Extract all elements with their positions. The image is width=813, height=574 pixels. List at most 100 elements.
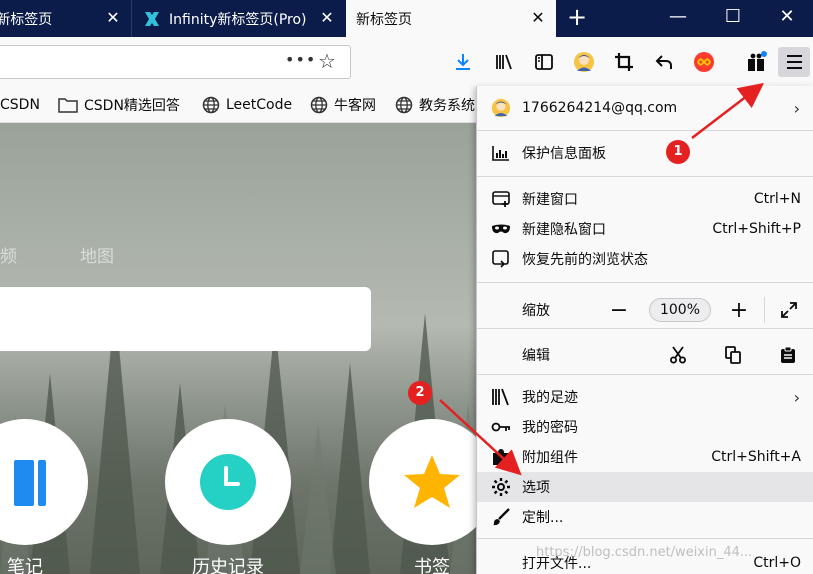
account-email: 1766264214@qq.com xyxy=(522,100,678,116)
library-icon xyxy=(491,387,511,407)
close-icon[interactable]: ✕ xyxy=(105,10,121,26)
menu-label: 新建隐私窗口 xyxy=(522,222,606,238)
menu-label: 恢复先前的浏览状态 xyxy=(522,252,648,268)
menu-item-options[interactable]: 选项 xyxy=(477,472,813,502)
bookmark-label: 教务系统 xyxy=(419,98,475,114)
restore-session-icon xyxy=(491,249,511,269)
annotation-badge-1: 1 xyxy=(666,140,690,164)
puzzle-piece-icon xyxy=(491,447,511,467)
private-mask-icon xyxy=(491,219,511,239)
nav-link-video[interactable]: 频 xyxy=(0,242,17,267)
bookmark-label: CSDN xyxy=(0,97,40,113)
gear-icon xyxy=(491,477,511,497)
cut-button[interactable] xyxy=(667,344,689,366)
maximize-button[interactable]: ☐ xyxy=(706,0,760,37)
menu-label: 我的足迹 xyxy=(522,390,578,406)
undo-icon[interactable] xyxy=(653,51,675,73)
star-icon xyxy=(404,455,460,508)
paste-button[interactable] xyxy=(777,344,799,366)
clock-icon xyxy=(200,454,256,510)
fullscreen-button[interactable] xyxy=(774,295,804,325)
tab-previous[interactable]: y新标签页 ✕ xyxy=(0,0,132,37)
menu-item-edit: 编辑 xyxy=(477,336,813,374)
chevron-right-icon: › xyxy=(793,387,800,407)
bookmark-label: CSDN精选回答 xyxy=(84,98,180,114)
shortcut-text: Ctrl+O xyxy=(753,555,801,571)
menu-label: 新建窗口 xyxy=(522,192,578,208)
bookmark-csdn[interactable]: CSDN xyxy=(0,95,40,115)
zoom-in-button[interactable]: + xyxy=(724,295,754,325)
tab-infinity[interactable]: Infinity新标签页(Pro) ✕ xyxy=(133,0,345,37)
scissors-icon xyxy=(670,346,686,364)
menu-item-zoom: 缩放 − 100% + xyxy=(477,291,813,329)
download-icon[interactable] xyxy=(452,51,474,73)
account-avatar-icon xyxy=(491,98,511,118)
url-bar[interactable]: ••• ☆ xyxy=(0,45,351,79)
annotation-badge-2: 2 xyxy=(408,381,432,405)
menu-separator xyxy=(477,374,813,375)
zoom-out-button[interactable]: − xyxy=(604,295,634,325)
menu-separator xyxy=(477,538,813,539)
bookmark-nowcoder[interactable]: 牛客网 xyxy=(310,95,376,115)
shortcut-text: Ctrl+N xyxy=(753,191,801,207)
menu-label: 附加组件 xyxy=(522,450,578,466)
clipboard-icon xyxy=(781,346,795,363)
menu-item-customize[interactable]: 定制... xyxy=(477,502,813,532)
page-search-box[interactable] xyxy=(0,287,371,351)
url-input[interactable] xyxy=(6,52,276,72)
tab-strip: y新标签页 ✕ Infinity新标签页(Pro) ✕ 新标签页 ✕ + — ☐… xyxy=(0,0,813,37)
infinity-extension-icon[interactable] xyxy=(693,51,715,73)
minimize-button[interactable]: — xyxy=(651,0,705,37)
fullscreen-icon xyxy=(781,302,797,318)
watermark-text: https://blog.csdn.net/weixin_44... xyxy=(536,545,753,560)
bookmark-label: LeetCode xyxy=(226,97,293,113)
menu-item-addons[interactable]: 附加组件 Ctrl+Shift+A xyxy=(477,442,813,472)
bookmark-csdn-answers[interactable]: CSDN精选回答 xyxy=(58,95,180,115)
bookmark-leetcode[interactable]: LeetCode xyxy=(202,95,292,115)
notes-icon xyxy=(14,460,46,506)
library-icon[interactable] xyxy=(493,51,515,73)
bookmark-academic-system[interactable]: 教务系统 xyxy=(395,95,475,115)
new-tab-button[interactable]: + xyxy=(561,5,593,31)
navigation-toolbar: ••• ☆ xyxy=(0,37,813,87)
shortcut-text: Ctrl+Shift+P xyxy=(712,221,801,237)
menu-label: 定制... xyxy=(522,510,564,526)
close-icon[interactable]: ✕ xyxy=(319,10,335,26)
account-avatar-icon[interactable] xyxy=(573,51,595,73)
menu-item-new-window[interactable]: 新建窗口 Ctrl+N xyxy=(477,184,813,214)
menu-item-passwords[interactable]: 我的密码 xyxy=(477,412,813,442)
close-icon[interactable]: ✕ xyxy=(530,10,546,26)
open-menu-button[interactable] xyxy=(778,47,810,77)
nav-link-map[interactable]: 地图 xyxy=(80,242,114,267)
globe-icon xyxy=(202,96,220,114)
tab-active[interactable]: 新标签页 ✕ xyxy=(346,0,556,37)
menu-label: 选项 xyxy=(522,480,550,496)
menu-item-restore-session[interactable]: 恢复先前的浏览状态 xyxy=(477,244,813,274)
dashboard-chart-icon xyxy=(491,143,511,163)
new-window-icon xyxy=(491,189,511,209)
menu-label: 我的密码 xyxy=(522,420,578,436)
menu-item-new-private-window[interactable]: 新建隐私窗口 Ctrl+Shift+P xyxy=(477,214,813,244)
shortcut-label: 笔记 xyxy=(7,557,43,574)
sidebar-icon[interactable] xyxy=(533,51,555,73)
crop-screenshot-icon[interactable] xyxy=(613,51,635,73)
menu-label: 缩放 xyxy=(522,303,550,319)
copy-button[interactable] xyxy=(722,344,744,366)
tab-label: y新标签页 xyxy=(0,11,53,28)
paintbrush-icon xyxy=(491,507,511,527)
menu-item-account[interactable]: 1766264214@qq.com › xyxy=(477,93,813,123)
menu-item-library[interactable]: 我的足迹 › xyxy=(477,382,813,412)
window-close-button[interactable]: ✕ xyxy=(760,0,813,37)
menu-separator xyxy=(477,328,813,329)
menu-separator xyxy=(477,130,813,131)
shortcut-history[interactable] xyxy=(165,419,291,545)
shortcut-text: Ctrl+Shift+A xyxy=(711,449,801,465)
bookmark-star-icon[interactable]: ☆ xyxy=(318,49,336,73)
key-icon xyxy=(491,417,511,437)
page-actions-icon[interactable]: ••• xyxy=(285,50,316,69)
menu-item-protections[interactable]: 保护信息面板 xyxy=(477,138,813,168)
zoom-reset-button[interactable]: 100% xyxy=(649,298,711,322)
chevron-right-icon: › xyxy=(793,98,800,118)
copy-icon xyxy=(725,346,741,364)
extensions-gift-icon[interactable] xyxy=(745,51,767,73)
